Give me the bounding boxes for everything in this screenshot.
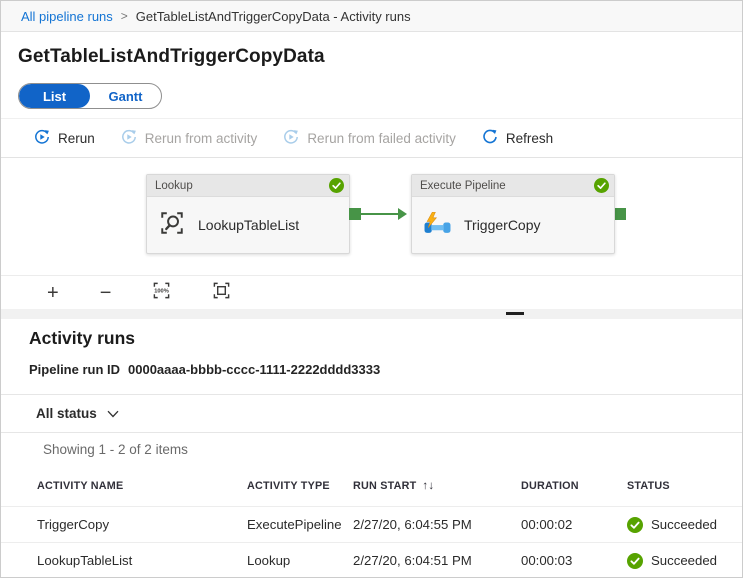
zoom-out-button[interactable]: −	[100, 283, 112, 303]
cell-status: Succeeded	[627, 517, 742, 533]
chevron-down-icon	[107, 406, 119, 421]
output-port-execute-pipeline[interactable]	[614, 208, 626, 220]
scrollbar-handle[interactable]	[506, 312, 524, 315]
pipeline-run-id-value: 0000aaaa-bbbb-cccc-1111-2222dddd3333	[128, 362, 380, 377]
breadcrumb: All pipeline runs > GetTableListAndTrigg…	[1, 1, 742, 32]
column-header-run-start[interactable]: RUN START ↑↓	[353, 480, 521, 492]
items-count-text: Showing 1 - 2 of 2 items	[1, 433, 742, 466]
tab-list[interactable]: List	[19, 84, 90, 108]
rerun-from-activity-button[interactable]: Rerun from activity	[121, 129, 258, 148]
pipeline-run-id: Pipeline run ID 0000aaaa-bbbb-cccc-1111-…	[29, 362, 742, 377]
tab-gantt[interactable]: Gantt	[90, 84, 161, 108]
rerun-from-activity-label: Rerun from activity	[145, 131, 258, 146]
rerun-icon	[34, 129, 50, 148]
refresh-icon	[482, 129, 498, 148]
diagram-horizontal-scrollbar[interactable]	[1, 309, 742, 319]
cell-status: Succeeded	[627, 553, 742, 569]
lookup-activity-icon	[159, 210, 185, 239]
connector-arrowhead	[398, 208, 407, 220]
activity-node-execute-pipeline-name: TriggerCopy	[464, 217, 541, 233]
cell-activity-name: LookupTableList	[37, 553, 247, 568]
diagram-zoom-toolbar: + − 100%	[1, 276, 742, 309]
activity-node-lookup-name: LookupTableList	[198, 217, 299, 233]
zoom-in-button[interactable]: +	[47, 283, 59, 303]
rerun-from-failed-activity-label: Rerun from failed activity	[307, 131, 456, 146]
refresh-label: Refresh	[506, 131, 553, 146]
success-check-icon	[627, 553, 643, 569]
pipeline-diagram-canvas[interactable]: Lookup LookupTableList Execute Pipeline	[1, 158, 742, 276]
table-row[interactable]: LookupTableList Lookup 2/27/20, 6:04:51 …	[1, 543, 742, 578]
success-check-icon	[329, 178, 344, 193]
activity-node-lookup-body: LookupTableList	[147, 197, 349, 252]
cell-activity-type: ExecutePipeline	[247, 517, 353, 532]
rerun-from-failed-activity-button[interactable]: Rerun from failed activity	[283, 129, 456, 148]
breadcrumb-current: GetTableListAndTriggerCopyData - Activit…	[136, 9, 411, 24]
activity-node-lookup-header: Lookup	[147, 175, 349, 197]
zoom-100-button[interactable]: 100%	[152, 281, 171, 304]
column-header-activity-type[interactable]: ACTIVITY TYPE	[247, 480, 353, 492]
toolbar: Rerun Rerun from activity Rerun from fai…	[1, 118, 742, 158]
status-filter-label: All status	[36, 406, 97, 421]
status-filter-dropdown[interactable]: All status	[1, 395, 742, 433]
success-check-icon	[627, 517, 643, 533]
rerun-from-activity-icon	[121, 129, 137, 148]
page-title: GetTableListAndTriggerCopyData	[18, 46, 742, 68]
activity-node-lookup-type-label: Lookup	[155, 180, 193, 192]
zoom-100-icon: 100%	[152, 281, 171, 304]
cell-run-start: 2/27/20, 6:04:55 PM	[353, 517, 521, 532]
cell-duration: 00:00:02	[521, 517, 627, 532]
view-toggle: List Gantt	[18, 83, 162, 109]
activity-node-lookup[interactable]: Lookup LookupTableList	[146, 174, 350, 254]
column-header-status[interactable]: STATUS	[627, 480, 742, 492]
cell-duration: 00:00:03	[521, 553, 627, 568]
column-header-activity-name[interactable]: ACTIVITY NAME	[37, 480, 247, 492]
cell-run-start: 2/27/20, 6:04:51 PM	[353, 553, 521, 568]
table-row[interactable]: TriggerCopy ExecutePipeline 2/27/20, 6:0…	[1, 507, 742, 543]
rerun-from-failed-activity-icon	[283, 129, 299, 148]
svg-text:100%: 100%	[155, 289, 170, 295]
activity-node-execute-pipeline-type-label: Execute Pipeline	[420, 180, 506, 192]
pipeline-run-id-label: Pipeline run ID	[29, 362, 120, 377]
output-port-lookup[interactable]	[349, 208, 361, 220]
status-badge: Succeeded	[651, 553, 717, 568]
success-check-icon	[594, 178, 609, 193]
refresh-button[interactable]: Refresh	[482, 129, 553, 148]
sort-icon[interactable]: ↑↓	[422, 480, 434, 492]
activity-runs-page: All pipeline runs > GetTableListAndTrigg…	[0, 0, 743, 578]
execute-pipeline-activity-icon	[424, 212, 451, 237]
activity-runs-heading: Activity runs	[29, 328, 742, 349]
cell-activity-type: Lookup	[247, 553, 353, 568]
activity-runs-table-header: ACTIVITY NAME ACTIVITY TYPE RUN START ↑↓…	[1, 466, 742, 507]
connector-line	[361, 213, 399, 215]
status-badge: Succeeded	[651, 517, 717, 532]
fit-to-screen-button[interactable]	[212, 281, 231, 304]
activity-node-execute-pipeline-header: Execute Pipeline	[412, 175, 614, 197]
rerun-label: Rerun	[58, 131, 95, 146]
breadcrumb-separator: >	[121, 9, 128, 23]
activity-node-execute-pipeline[interactable]: Execute Pipeline TriggerCopy	[411, 174, 615, 254]
activity-node-execute-pipeline-body: TriggerCopy	[412, 197, 614, 252]
column-header-duration[interactable]: DURATION	[521, 480, 627, 492]
cell-activity-name: TriggerCopy	[37, 517, 247, 532]
breadcrumb-link-all-pipeline-runs[interactable]: All pipeline runs	[21, 9, 113, 24]
rerun-button[interactable]: Rerun	[34, 129, 95, 148]
fit-to-screen-icon	[212, 281, 231, 304]
